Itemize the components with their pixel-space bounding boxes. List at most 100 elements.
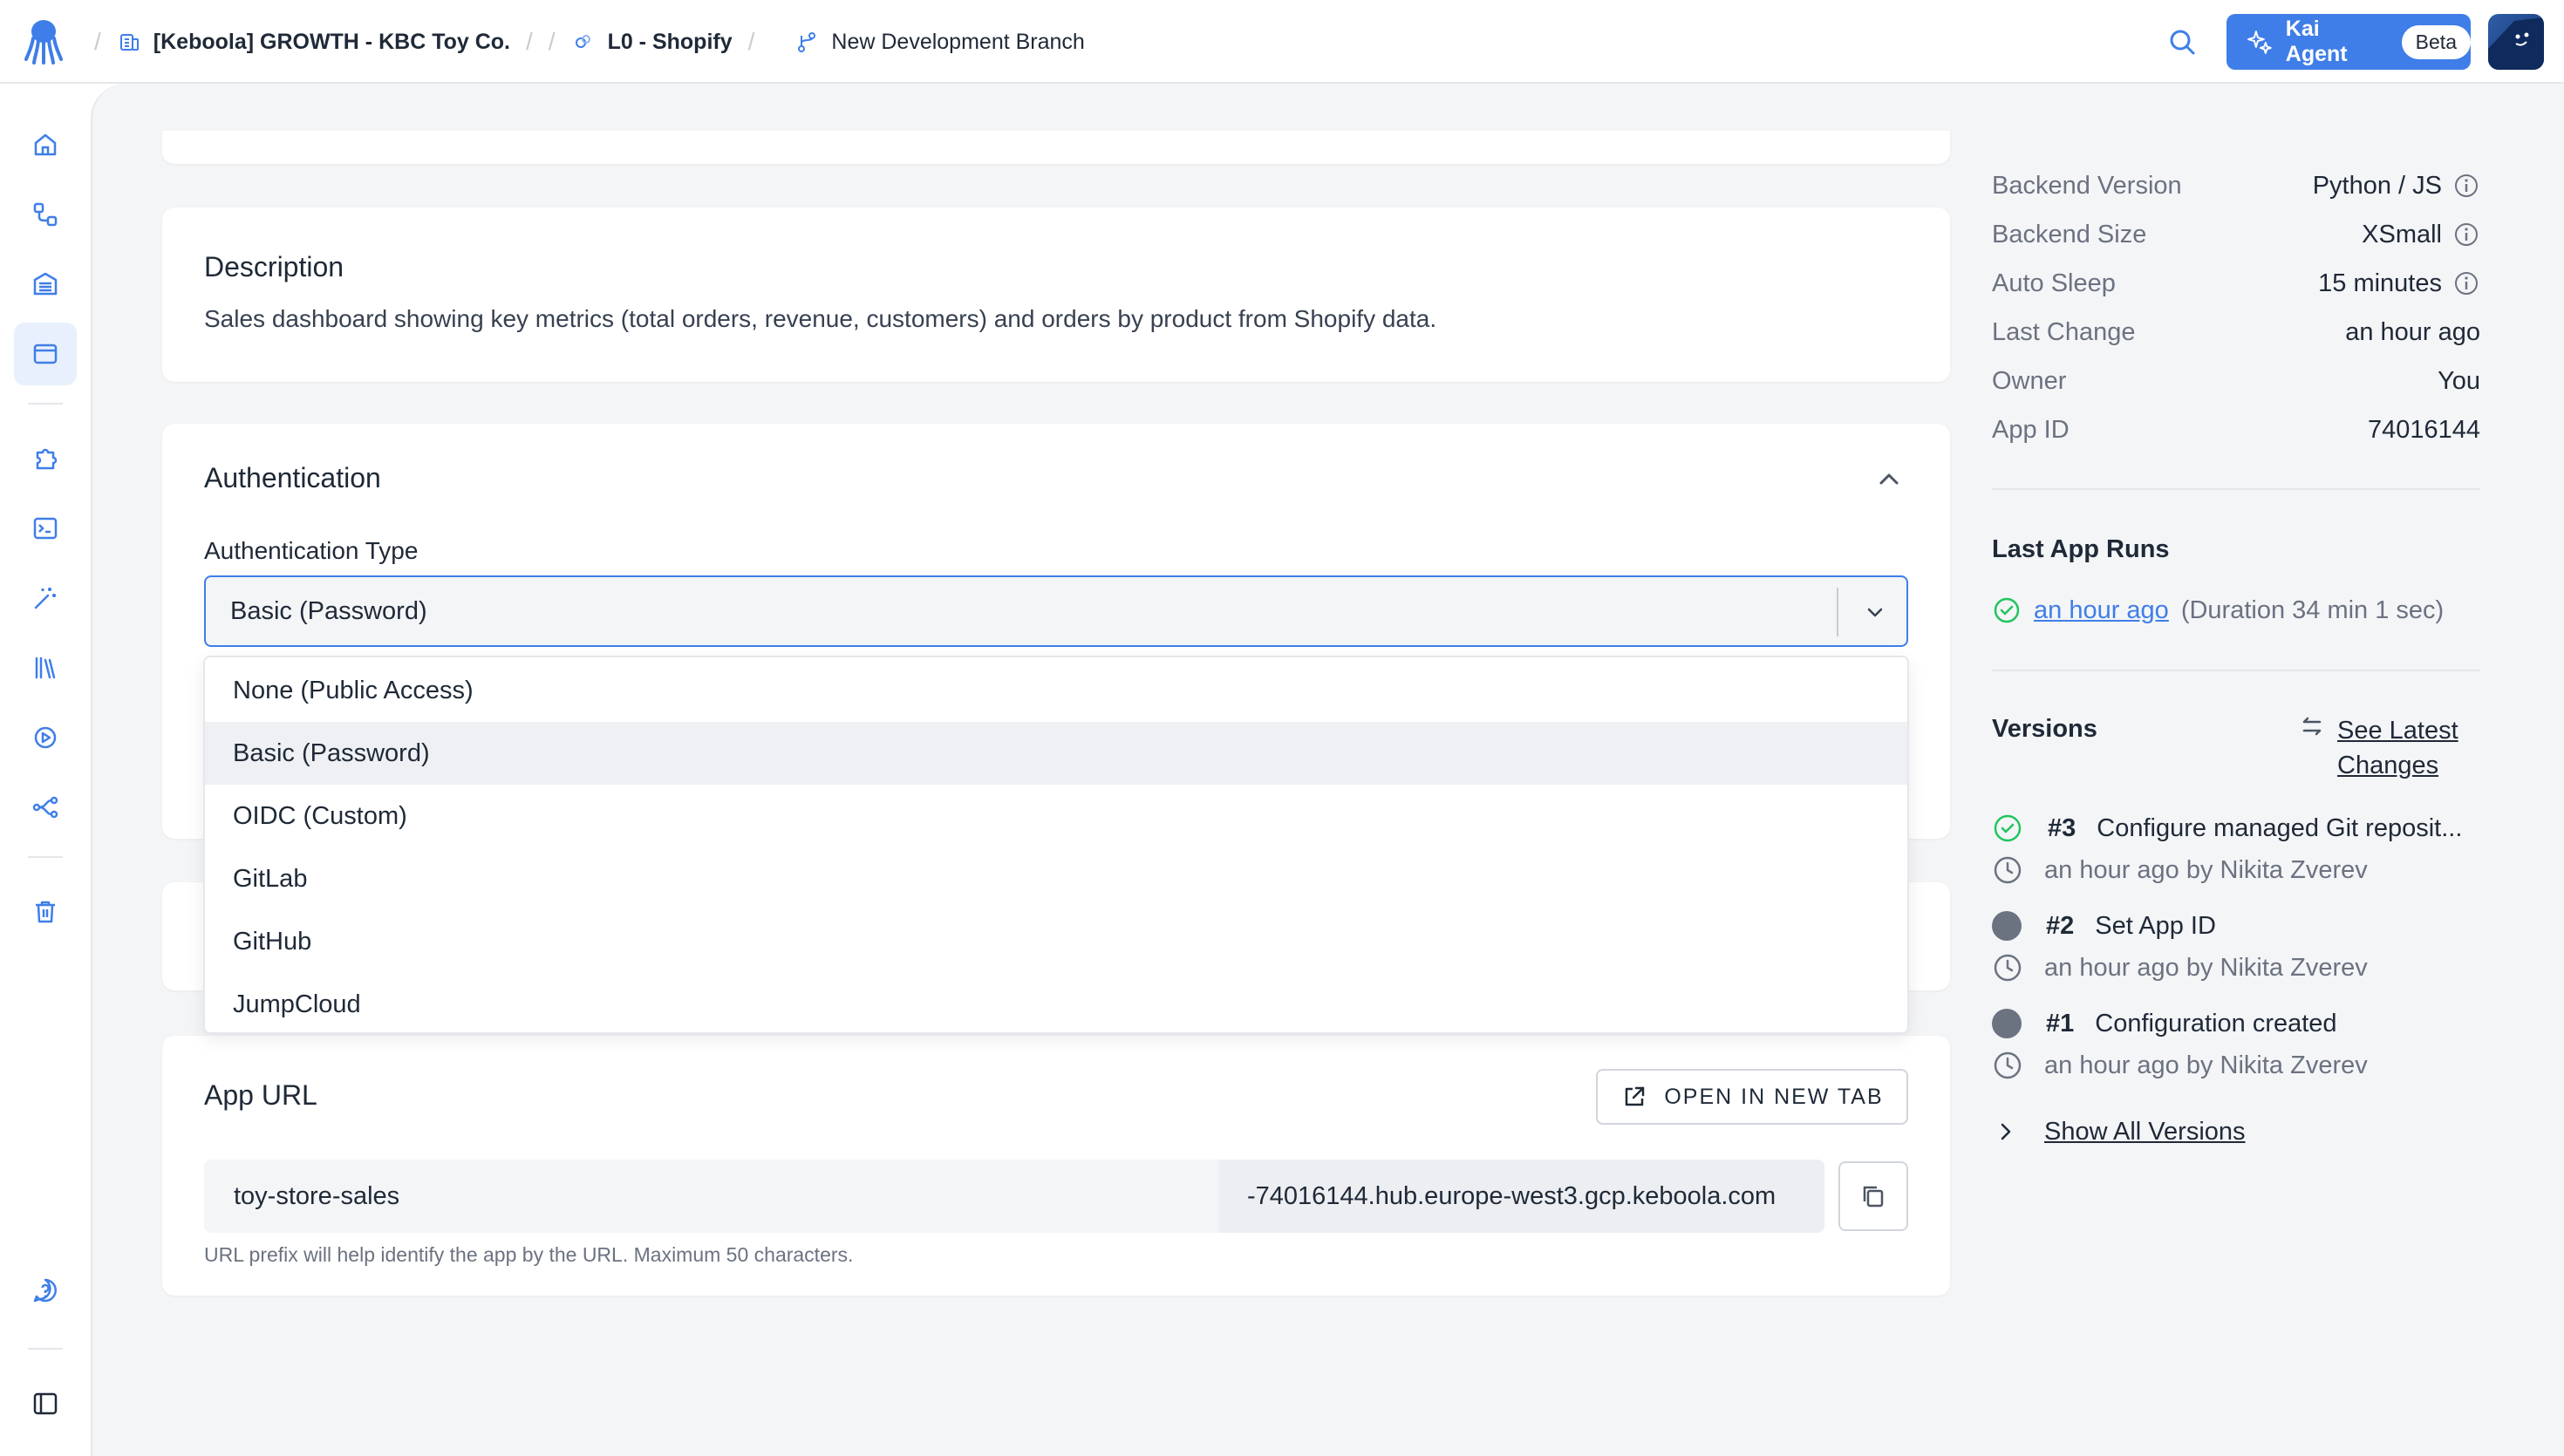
sidebar-item-templates[interactable]: [14, 636, 77, 699]
breadcrumb-separator: /: [747, 28, 755, 55]
status-dot-icon: [1992, 911, 2022, 941]
beta-badge: Beta: [2401, 24, 2471, 59]
option-oidc[interactable]: OIDC (Custom): [205, 785, 1907, 847]
version-meta: an hour ago by Nikita Zverev: [1992, 950, 2368, 985]
version-number: #3: [2048, 813, 2076, 842]
lineage-icon: [32, 796, 58, 819]
detail-value: an hour ago: [2345, 317, 2480, 346]
copy-icon: [1863, 1186, 1884, 1208]
info-icon[interactable]: [2452, 221, 2480, 248]
description-card: Description Sales dashboard showing key …: [162, 208, 1950, 382]
detail-backend-size: Backend Size XSmall: [1992, 217, 2480, 252]
version-item[interactable]: #2 Set App ID: [1992, 908, 2216, 943]
avatar[interactable]: [2488, 14, 2544, 70]
clock-icon: [1994, 954, 2022, 982]
compare-arrows-icon: [2302, 717, 2322, 736]
info-icon[interactable]: [2452, 269, 2480, 297]
detail-value-wrap: XSmall: [2362, 221, 2480, 249]
sidebar-item-apps[interactable]: [14, 323, 77, 385]
option-basic[interactable]: Basic (Password): [205, 722, 1907, 785]
app-url-field[interactable]: toy-store-sales -74016144.hub.europe-wes…: [204, 1160, 1824, 1233]
clock-icon: [1994, 856, 2022, 884]
detail-key: Backend Size: [1992, 220, 2147, 248]
breadcrumb-branch[interactable]: New Development Branch: [794, 30, 1085, 55]
option-jumpcloud[interactable]: JumpCloud: [205, 973, 1907, 1036]
previous-section-card: [162, 131, 1950, 164]
keboola-logo-icon[interactable]: [24, 19, 63, 65]
authentication-type-label: Authentication Type: [204, 537, 419, 564]
see-latest-line2: Changes: [2337, 752, 2439, 779]
detail-key: Last Change: [1992, 317, 2136, 346]
collapse-sidebar-icon: [33, 1392, 58, 1415]
detail-auto-sleep: Auto Sleep 15 minutes: [1992, 266, 2480, 301]
version-meta: an hour ago by Nikita Zverev: [1992, 1048, 2368, 1083]
description-title: Description: [204, 251, 344, 282]
version-meta-text: an hour ago by Nikita Zverev: [2044, 855, 2368, 884]
authentication-type-menu: None (Public Access) Basic (Password) OI…: [203, 656, 1909, 1034]
version-meta-text: an hour ago by Nikita Zverev: [2044, 953, 2368, 982]
authentication-type-select[interactable]: Basic (Password): [204, 575, 1908, 647]
breadcrumb-project[interactable]: [Keboola] GROWTH - KBC Toy Co.: [117, 30, 510, 55]
section-divider: [1992, 488, 2480, 490]
sidebar-item-help[interactable]: [14, 1259, 77, 1322]
url-suffix: -74016144.hub.europe-west3.gcp.keboola.c…: [1219, 1160, 1824, 1233]
trash-icon: [36, 901, 55, 923]
sidebar-item-collapse[interactable]: [14, 1372, 77, 1435]
home-icon: [34, 133, 57, 156]
components-icon: [36, 448, 58, 470]
chevron-down-icon[interactable]: [1861, 598, 1889, 626]
flows-icon: [33, 202, 58, 227]
sidebar-item-lineage[interactable]: [14, 776, 77, 839]
detail-key: Owner: [1992, 366, 2067, 395]
sidebar-item-trash[interactable]: [14, 881, 77, 943]
sidebar-item-storage[interactable]: [14, 253, 77, 316]
show-all-versions-label: Show All Versions: [2044, 1117, 2246, 1146]
jobs-icon: [34, 726, 57, 749]
option-github[interactable]: GitHub: [205, 910, 1907, 973]
detail-value-wrap: Python / JS: [2313, 172, 2480, 201]
version-meta-text: an hour ago by Nikita Zverev: [2044, 1051, 2368, 1079]
top-bar: / [Keboola] GROWTH - KBC Toy Co. / / L0 …: [0, 0, 2564, 84]
see-latest-changes-link[interactable]: See Latest Changes: [2299, 713, 2458, 783]
sidebar-item-transformations[interactable]: [14, 497, 77, 560]
app-url-help-text: URL prefix will help identify the app by…: [204, 1243, 854, 1266]
see-latest-line1: See Latest: [2337, 717, 2458, 745]
open-in-new-tab-label: OPEN IN NEW TAB: [1664, 1084, 1884, 1109]
detail-app-id: App ID 74016144: [1992, 412, 2480, 447]
kai-agent-button[interactable]: Kai Agent Beta: [2226, 14, 2471, 70]
breadcrumb-component-label: L0 - Shopify: [607, 29, 733, 54]
last-run-link[interactable]: an hour ago: [2034, 596, 2169, 625]
help-icon: [33, 1278, 57, 1303]
select-divider: [1837, 588, 1838, 636]
version-item[interactable]: #1 Configuration created: [1992, 1006, 2337, 1041]
info-icon[interactable]: [2452, 172, 2480, 200]
detail-owner: Owner You: [1992, 364, 2480, 398]
sidebar-item-workspaces[interactable]: [14, 567, 77, 629]
detail-key: App ID: [1992, 415, 2070, 444]
sidebar-item-jobs[interactable]: [14, 706, 77, 769]
section-divider: [1992, 670, 2480, 671]
check-circle-icon: [1994, 814, 2022, 842]
authentication-title: Authentication: [204, 462, 381, 493]
detail-value: 74016144: [2367, 415, 2480, 444]
option-none[interactable]: None (Public Access): [205, 659, 1907, 722]
breadcrumb-component[interactable]: L0 - Shopify: [571, 30, 733, 55]
copy-url-button[interactable]: [1838, 1161, 1908, 1231]
chevron-up-icon[interactable]: [1873, 464, 1905, 495]
open-in-new-tab-button[interactable]: OPEN IN NEW TAB: [1596, 1069, 1908, 1125]
url-prefix-input[interactable]: toy-store-sales: [204, 1182, 1219, 1211]
building-icon: [119, 34, 139, 51]
breadcrumb-separator: /: [526, 28, 533, 55]
sidebar-item-components[interactable]: [14, 427, 77, 490]
sidebar-item-flows[interactable]: [14, 183, 77, 246]
last-app-runs-title: Last App Runs: [1992, 535, 2170, 563]
see-latest-changes-label: See Latest Changes: [2337, 713, 2458, 783]
component-icon: [575, 35, 590, 48]
option-gitlab[interactable]: GitLab: [205, 847, 1907, 910]
show-all-versions-link[interactable]: Show All Versions: [1992, 1114, 2246, 1149]
detail-key: Backend Version: [1992, 171, 2182, 200]
sidebar-item-home[interactable]: [14, 113, 77, 176]
version-item[interactable]: #3 Configure managed Git reposit...: [1992, 811, 2498, 846]
search-icon[interactable]: [2166, 26, 2198, 58]
version-description: Configure managed Git reposit...: [2097, 813, 2463, 842]
